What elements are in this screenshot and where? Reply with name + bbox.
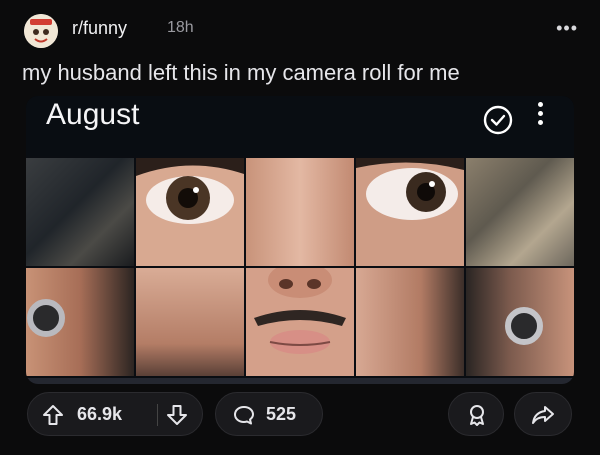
comment-count: 525 [266, 404, 297, 424]
upvote-arrow-icon[interactable] [42, 404, 64, 426]
award-icon [470, 405, 484, 426]
action-bar: 66.9k 525 [0, 392, 600, 442]
photo-tile-hair-right[interactable] [466, 158, 574, 266]
photo-tile-jaw[interactable] [356, 268, 464, 376]
subreddit-name[interactable]: r/funny [72, 18, 127, 39]
photo-tile-right-ear[interactable] [466, 268, 574, 376]
downvote-arrow-icon[interactable] [166, 404, 188, 426]
photo-tile-left-ear[interactable] [26, 268, 134, 376]
more-options-icon[interactable]: ••• [556, 18, 578, 39]
photo-tile-left-eye[interactable] [136, 158, 244, 266]
post-image[interactable]: August [26, 96, 574, 384]
post-header: r/funny 18h ••• [20, 10, 580, 50]
album-title: August [46, 98, 140, 131]
kebab-menu-icon[interactable] [532, 102, 548, 132]
photo-tile-forehead[interactable] [246, 158, 354, 266]
next-row-strip [26, 378, 574, 384]
award-button[interactable] [448, 392, 504, 436]
vote-pill: 66.9k [27, 392, 203, 436]
share-button[interactable] [514, 392, 572, 436]
share-arrow-icon [532, 406, 554, 424]
comment-bubble-icon [234, 406, 254, 425]
subreddit-avatar[interactable] [24, 14, 58, 48]
album-header: August [26, 96, 574, 156]
post-time: 18h [167, 19, 194, 36]
comments-button[interactable]: 525 [215, 392, 323, 436]
photo-tile-right-eye[interactable] [356, 158, 464, 266]
post-title[interactable]: my husband left this in my camera roll f… [22, 60, 460, 86]
photo-tile-nose-mouth[interactable] [246, 268, 354, 376]
upvote-count: 66.9k [77, 404, 123, 424]
photo-tile-cheek[interactable] [136, 268, 244, 376]
photo-tile-hair[interactable] [26, 158, 134, 266]
vote-divider [157, 404, 158, 426]
select-check-icon[interactable] [482, 104, 514, 136]
